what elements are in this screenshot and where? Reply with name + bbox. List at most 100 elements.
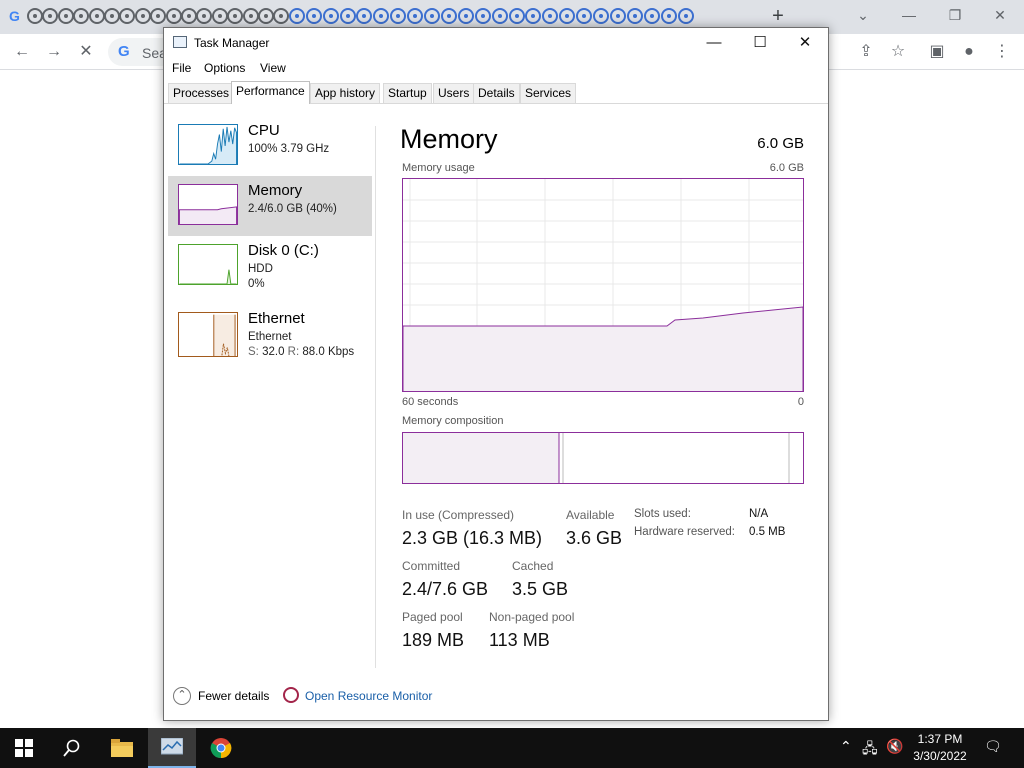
browser-tab-favicon-icon[interactable] <box>273 8 290 24</box>
browser-tab-favicon-icon[interactable] <box>643 8 660 24</box>
panel-divider[interactable] <box>375 126 376 668</box>
browser-tab-favicon-icon[interactable] <box>150 8 167 24</box>
browser-tab-favicon-icon[interactable] <box>181 8 197 24</box>
favicon-dot <box>125 14 130 18</box>
browser-tab-favicon-icon[interactable] <box>196 8 213 24</box>
menu-options[interactable]: Options <box>204 61 245 75</box>
browser-minimize-button[interactable]: — <box>894 4 924 26</box>
browser-tab-favicon-icon[interactable] <box>424 8 440 24</box>
browser-tab-favicon-icon[interactable] <box>390 8 407 24</box>
chrome-taskbar-button[interactable] <box>197 728 245 768</box>
browser-tab-favicon-icon[interactable] <box>525 8 542 24</box>
browser-tab-favicon-icon[interactable] <box>288 8 305 24</box>
search-button[interactable] <box>48 728 96 768</box>
tab-services[interactable]: Services <box>520 83 577 103</box>
tab-startup[interactable]: Startup <box>383 83 432 103</box>
sidebar-item-cpu[interactable]: CPU 100% 3.79 GHz <box>168 116 372 176</box>
browser-tab-favicon-icon[interactable] <box>491 8 508 24</box>
browser-tab-favicon-icon[interactable] <box>242 8 259 24</box>
browser-tab-favicon-icon[interactable] <box>42 8 59 24</box>
browser-tab-favicon-icon[interactable] <box>474 8 491 24</box>
browser-tab-favicon-icon[interactable] <box>227 8 244 24</box>
browser-tab-favicon-icon[interactable] <box>576 8 593 24</box>
favicon-dot <box>514 14 519 18</box>
menu-view[interactable]: View <box>260 61 286 75</box>
google-tab-icon[interactable]: G <box>9 8 20 24</box>
browser-tab-favicon-icon[interactable] <box>559 8 576 24</box>
browser-tab-favicon-icon[interactable] <box>73 8 90 24</box>
browser-restore-button[interactable]: ❐ <box>940 4 970 26</box>
file-explorer-button[interactable] <box>98 728 146 768</box>
browser-tab-favicon-icon[interactable] <box>27 8 43 24</box>
browser-tab-favicon-icon[interactable] <box>593 8 609 24</box>
minimize-button[interactable]: — <box>691 30 737 56</box>
sidebar-item-disk[interactable]: Disk 0 (C:) HDD 0% <box>168 236 372 296</box>
browser-tab-favicon-icon[interactable] <box>508 8 525 24</box>
sidebar-item-memory[interactable]: Memory 2.4/6.0 GB (40%) <box>168 176 372 236</box>
receive-label: R: <box>287 346 300 358</box>
clock-time[interactable]: 1:37 PM <box>905 732 975 746</box>
browser-tab-favicon-icon[interactable] <box>88 8 105 24</box>
favicon-dot <box>311 14 316 18</box>
favicon-dot <box>79 14 84 18</box>
browser-tab-favicon-icon[interactable] <box>211 8 228 24</box>
cached-label: Cached <box>512 559 554 573</box>
tab-performance[interactable]: Performance <box>231 81 310 104</box>
chevron-up-icon[interactable]: ⌃ <box>173 687 191 705</box>
tab-users[interactable]: Users <box>433 83 475 103</box>
browser-tab-favicon-icon[interactable] <box>339 8 356 24</box>
start-button[interactable] <box>0 728 48 768</box>
browser-tab-favicon-icon[interactable] <box>119 8 136 24</box>
browser-tab-favicon-icon[interactable] <box>407 8 424 24</box>
forward-icon[interactable]: → <box>44 42 64 62</box>
memory-composition-caption: Memory composition <box>402 415 504 427</box>
browser-tab-favicon-icon[interactable] <box>134 8 151 24</box>
profile-avatar-icon[interactable]: ● <box>959 42 979 62</box>
browser-tab-favicon-icon[interactable] <box>626 8 643 24</box>
browser-tab-favicon-icon[interactable] <box>305 8 322 24</box>
side-panel-icon[interactable]: ▣ <box>927 42 947 62</box>
chrome-menu-icon[interactable]: ⋮ <box>992 42 1012 62</box>
volume-muted-icon[interactable]: 🔇 <box>886 738 903 755</box>
tab-processes[interactable]: Processes <box>168 83 235 103</box>
browser-close-button[interactable]: ✕ <box>985 4 1015 26</box>
browser-tab-favicon-icon[interactable] <box>57 8 74 24</box>
network-icon[interactable]: 🖧 <box>862 738 878 762</box>
new-tab-button[interactable]: + <box>768 4 788 28</box>
browser-tab-favicon-icon[interactable] <box>457 8 474 24</box>
browser-tab-favicon-icon[interactable] <box>258 8 274 24</box>
browser-tab-favicon-icon[interactable] <box>542 8 559 24</box>
favicon-dot <box>187 14 191 18</box>
browser-tab-favicon-icon[interactable] <box>165 8 182 24</box>
menu-file[interactable]: File <box>172 61 191 75</box>
title-bar[interactable]: Task Manager — ☐ ✕ <box>164 28 828 58</box>
browser-tab-favicon-icon[interactable] <box>373 8 390 24</box>
browser-tab-favicon-icon[interactable] <box>356 8 373 24</box>
clock-date[interactable]: 3/30/2022 <box>905 749 975 763</box>
browser-tab-favicon-icon[interactable] <box>677 8 694 24</box>
slots-used-label: Slots used: <box>634 508 691 520</box>
tab-app-history[interactable]: App history <box>310 83 381 103</box>
share-icon[interactable]: ⇪ <box>856 42 876 62</box>
tab-search-icon[interactable]: ⌄ <box>848 4 878 26</box>
browser-tab-favicon-icon[interactable] <box>660 8 677 24</box>
stop-loading-icon[interactable]: ✕ <box>76 42 96 62</box>
fewer-details-link[interactable]: Fewer details <box>198 689 269 703</box>
sidebar-item-ethernet[interactable]: Ethernet Ethernet S: 32.0 R: 88.0 Kbps <box>168 302 372 362</box>
task-manager-taskbar-button[interactable] <box>148 728 196 768</box>
tab-details[interactable]: Details <box>473 83 520 103</box>
notification-center-icon[interactable]: 🗨 <box>984 738 1002 755</box>
favicon-dot <box>565 14 570 18</box>
browser-tab-favicon-icon[interactable] <box>322 8 339 24</box>
show-hidden-icons-chevron-icon[interactable]: ⌃ <box>840 738 852 755</box>
browser-tab-favicon-icon[interactable] <box>609 8 626 24</box>
maximize-button[interactable]: ☐ <box>737 30 783 56</box>
close-button[interactable]: ✕ <box>782 30 828 56</box>
open-resource-monitor-link[interactable]: Open Resource Monitor <box>305 689 432 703</box>
resource-monitor-icon[interactable] <box>283 687 299 703</box>
bookmark-star-icon[interactable]: ☆ <box>888 42 908 62</box>
browser-tab-favicon-icon[interactable] <box>104 8 120 24</box>
browser-tab-favicon-icon[interactable] <box>440 8 457 24</box>
back-icon[interactable]: ← <box>12 42 32 62</box>
favicon-dot <box>345 14 350 18</box>
